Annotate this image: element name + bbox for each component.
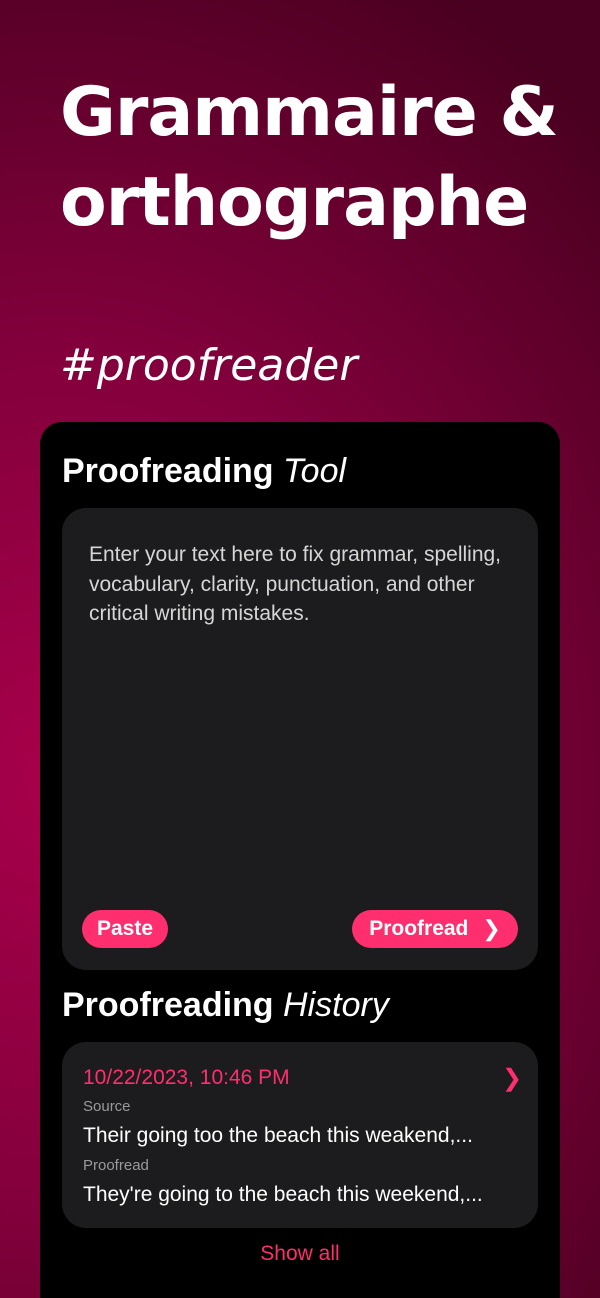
app-screen: Proofreading Tool Enter your text here t… (40, 422, 560, 1298)
history-source-text: Their going too the beach this weakend,.… (83, 1124, 473, 1147)
history-title-strong: Proofreading (62, 986, 274, 1024)
headline-line-2: orthographe (60, 163, 529, 242)
promo-hashtag: #proofreader (60, 340, 358, 391)
proofread-button[interactable]: Proofread ❯ (352, 910, 518, 948)
chevron-right-icon: ❯ (502, 1065, 523, 1092)
history-title: Proofreading History (62, 986, 389, 1025)
paste-button[interactable]: Paste (82, 910, 168, 948)
paste-button-label: Paste (96, 917, 154, 940)
tool-title-strong: Proofreading (62, 452, 274, 490)
editor-placeholder[interactable]: Enter your text here to fix grammar, spe… (89, 540, 509, 629)
headline-line-1: Grammaire & (60, 73, 559, 152)
history-proofread-label: Proofread (83, 1157, 149, 1174)
proofread-button-label: Proofread (369, 917, 469, 940)
history-source-label: Source (83, 1098, 131, 1115)
history-title-light: History (283, 986, 389, 1024)
tool-title: Proofreading Tool (62, 452, 346, 491)
chevron-right-icon: ❯ (482, 916, 501, 941)
history-proofread-text: They're going to the beach this weekend,… (83, 1183, 483, 1206)
history-item[interactable]: 10/22/2023, 10:46 PM ❯ Source Their goin… (62, 1042, 538, 1228)
tool-title-light: Tool (283, 452, 347, 490)
text-editor[interactable]: Enter your text here to fix grammar, spe… (62, 508, 538, 970)
promo-headline: Grammaire & orthographe (60, 68, 580, 248)
history-item-date: 10/22/2023, 10:46 PM (83, 1066, 290, 1089)
show-all-link[interactable]: Show all (40, 1242, 560, 1266)
